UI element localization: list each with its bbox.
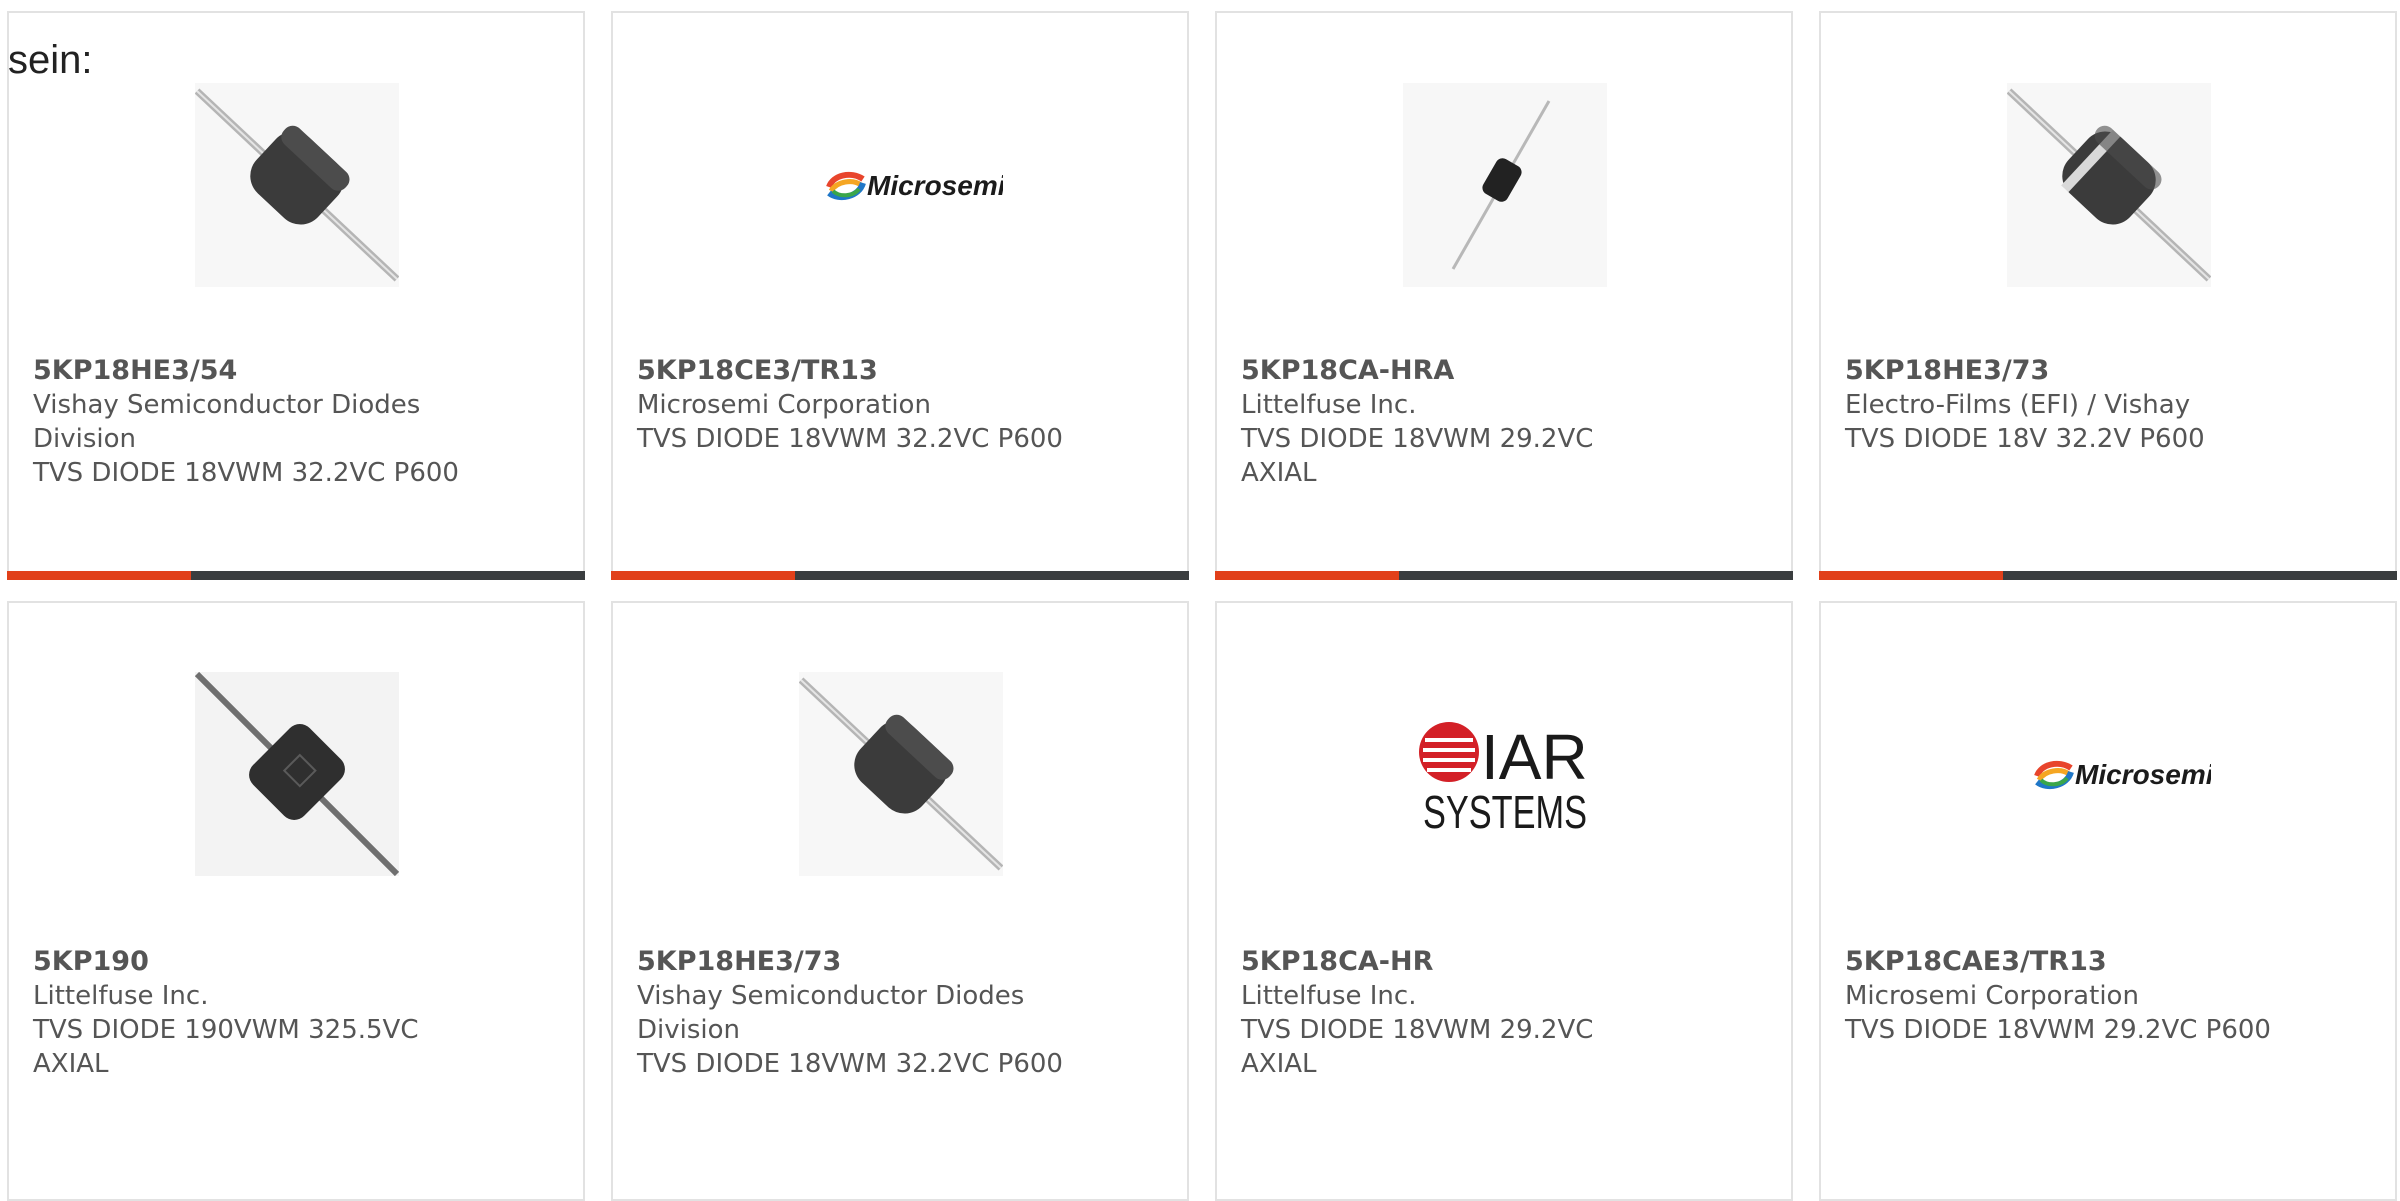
description: TVS DIODE 190VWM 325.5VC	[33, 1015, 419, 1045]
description: TVS DIODE 18VWM 32.2VC P600	[637, 424, 1063, 454]
iar-systems-logo-icon: IAR SYSTEMS	[1419, 721, 1588, 838]
card-footer-bar	[611, 571, 1189, 580]
logo-text: IAR	[1481, 721, 1588, 793]
description: TVS DIODE 18VWM 32.2VC P600	[33, 458, 459, 488]
product-card[interactable]: 5KP190 Littelfuse Inc. TVS DIODE 190VWM …	[7, 601, 585, 1201]
card-accent	[1215, 571, 1399, 580]
product-card[interactable]: Microsemi 5KP18CE3/TR13 Microsemi Corpor…	[611, 11, 1189, 580]
part-number[interactable]: 5KP18HE3/73	[1845, 354, 2275, 388]
manufacturer: Littelfuse Inc.	[33, 981, 209, 1011]
description: TVS DIODE 18VWM 29.2VC AXIAL	[1241, 424, 1594, 488]
product-card[interactable]: 5KP18HE3/54 Vishay Semiconductor Diodes …	[7, 11, 585, 580]
diode-axial-marked-icon	[195, 672, 399, 876]
manufacturer: Microsemi Corporation	[637, 390, 931, 420]
description: TVS DIODE 18VWM 29.2VC AXIAL	[1241, 1015, 1594, 1079]
manufacturer-logo[interactable]: Microsemi	[799, 83, 1003, 287]
manufacturer: Littelfuse Inc.	[1241, 981, 1417, 1011]
manufacturer: Vishay Semiconductor Diodes	[637, 981, 1025, 1011]
logo-text: Microsemi	[867, 170, 1003, 201]
diode-image[interactable]	[2007, 83, 2211, 287]
manufacturer-logo[interactable]: Microsemi	[2007, 672, 2211, 876]
description: TVS DIODE 18V 32.2V P600	[1845, 424, 2205, 454]
diode-axial-small-icon	[1403, 83, 1607, 287]
part-number[interactable]: 5KP190	[33, 945, 463, 979]
part-number[interactable]: 5KP18CA-HR	[1241, 945, 1671, 979]
manufacturer-cont: Division	[637, 1015, 741, 1045]
card-accent	[7, 571, 191, 580]
description-cont: AXIAL	[33, 1049, 109, 1079]
card-footer-bar	[7, 571, 585, 580]
microsemi-logo-icon: Microsemi	[2034, 759, 2211, 790]
card-footer-bar	[1215, 571, 1793, 580]
manufacturer: Microsemi Corporation	[1845, 981, 2139, 1011]
intro-text: sein:	[8, 38, 93, 82]
part-number[interactable]: 5KP18HE3/54	[33, 354, 463, 388]
card-accent	[611, 571, 795, 580]
manufacturer-cont: Division	[33, 424, 137, 454]
description: TVS DIODE 18VWM 32.2VC P600	[637, 1049, 1063, 1079]
product-card[interactable]: Microsemi 5KP18CAE3/TR13 Microsemi Corpo…	[1819, 601, 2397, 1201]
part-number[interactable]: 5KP18HE3/73	[637, 945, 1067, 979]
product-card[interactable]: 5KP18HE3/73 Electro-Films (EFI) / Vishay…	[1819, 11, 2397, 580]
manufacturer-logo[interactable]: IAR SYSTEMS	[1403, 672, 1607, 876]
diode-image[interactable]	[799, 672, 1003, 876]
diode-image[interactable]	[195, 83, 399, 287]
manufacturer: Littelfuse Inc.	[1241, 390, 1417, 420]
logo-text: Microsemi	[2075, 759, 2211, 790]
part-number[interactable]: 5KP18CAE3/TR13	[1845, 945, 2275, 979]
product-card[interactable]: IAR SYSTEMS 5KP18CA-HR Littelfuse Inc. T…	[1215, 601, 1793, 1201]
part-number[interactable]: 5KP18CA-HRA	[1241, 354, 1671, 388]
diode-axial-large-icon	[799, 672, 1003, 876]
card-footer-bar	[1819, 571, 2397, 580]
description: TVS DIODE 18VWM 29.2VC P600	[1845, 1015, 2271, 1045]
part-number[interactable]: 5KP18CE3/TR13	[637, 354, 1067, 388]
manufacturer: Electro-Films (EFI) / Vishay	[1845, 390, 2191, 420]
diode-image[interactable]	[1403, 83, 1607, 287]
product-card[interactable]: 5KP18HE3/73 Vishay Semiconductor Diodes …	[611, 601, 1189, 1201]
product-card[interactable]: 5KP18CA-HRA Littelfuse Inc. TVS DIODE 18…	[1215, 11, 1793, 580]
logo-subtext: SYSTEMS	[1423, 786, 1587, 838]
manufacturer: Vishay Semiconductor Diodes	[33, 390, 421, 420]
diode-axial-large-icon	[195, 83, 399, 287]
diode-axial-banded-icon	[2007, 83, 2211, 287]
microsemi-logo-icon: Microsemi	[826, 170, 1003, 201]
card-accent	[1819, 571, 2003, 580]
diode-image[interactable]	[195, 672, 399, 876]
